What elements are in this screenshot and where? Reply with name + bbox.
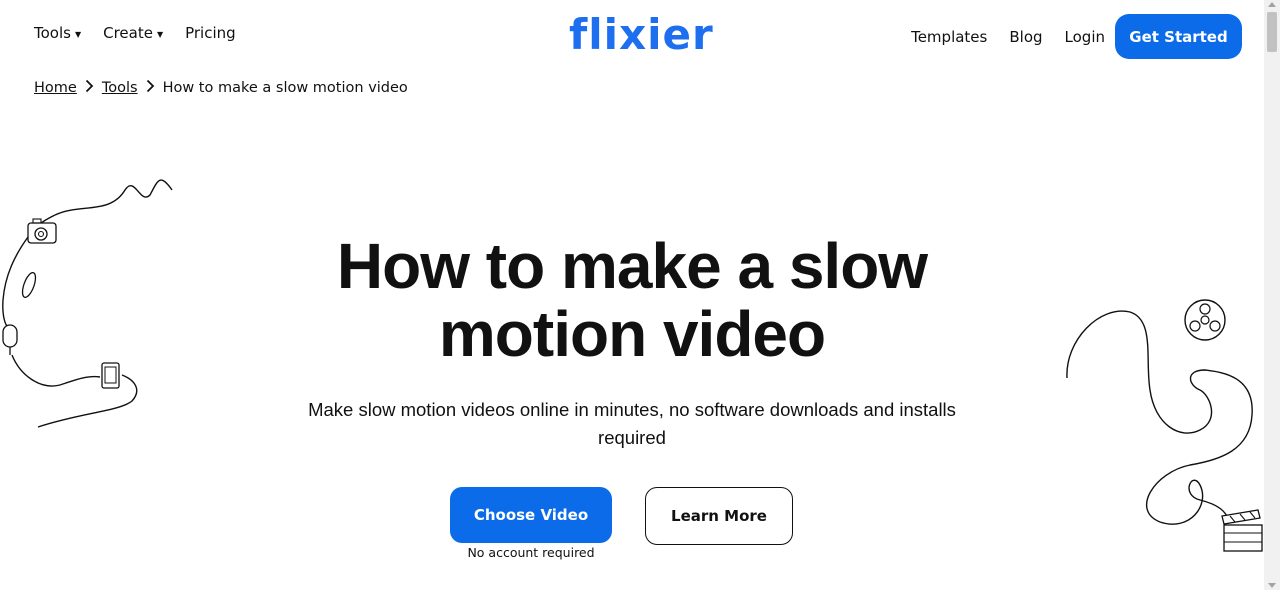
caret-down-icon: ▼: [156, 29, 164, 39]
nav-pricing[interactable]: Pricing: [185, 24, 236, 42]
nav-tools-label: Tools: [34, 24, 71, 42]
caret-down-icon: ▼: [74, 29, 82, 39]
nav-templates[interactable]: Templates: [911, 28, 987, 46]
film-reel-icon: [1184, 299, 1226, 341]
primary-nav: Tools ▼ Create ▼ Pricing: [34, 24, 236, 42]
site-header: Tools ▼ Create ▼ Pricing flixier Templat…: [0, 0, 1264, 72]
secondary-nav: Templates Blog Login Get Started: [911, 14, 1242, 59]
phone-icon: [101, 362, 120, 389]
nav-blog[interactable]: Blog: [1009, 28, 1042, 46]
breadcrumb: Home Tools How to make a slow motion vid…: [34, 78, 408, 97]
breadcrumb-home[interactable]: Home: [34, 80, 77, 96]
camera-icon: [27, 218, 57, 244]
scroll-down-icon[interactable]: [1268, 583, 1276, 588]
chevron-right-icon: [85, 78, 94, 97]
get-started-button[interactable]: Get Started: [1115, 14, 1242, 59]
no-account-note: No account required: [467, 545, 595, 560]
chevron-right-icon: [146, 78, 155, 97]
logo[interactable]: flixier: [569, 10, 714, 59]
nav-login[interactable]: Login: [1065, 28, 1105, 46]
hero-subtitle: Make slow motion videos online in minute…: [308, 399, 956, 448]
scroll-up-icon[interactable]: [1268, 2, 1276, 7]
page-scrollbar[interactable]: [1264, 0, 1280, 590]
nav-tools[interactable]: Tools ▼: [34, 24, 81, 42]
learn-more-button[interactable]: Learn More: [645, 487, 793, 545]
nav-create-label: Create: [103, 24, 153, 42]
microphone-icon: [2, 324, 18, 355]
doodle-right-illustration: [1066, 299, 1263, 552]
clapperboard-icon: [1221, 509, 1263, 552]
nav-create[interactable]: Create ▼: [103, 24, 163, 42]
choose-video-button[interactable]: Choose Video: [450, 487, 612, 543]
doodle-left-illustration: [2, 179, 173, 428]
hero-title: How to make a slow motion video: [336, 230, 928, 370]
breadcrumb-tools[interactable]: Tools: [102, 80, 138, 96]
scrollbar-thumb[interactable]: [1267, 12, 1277, 52]
breadcrumb-current: How to make a slow motion video: [162, 79, 408, 96]
nav-pricing-label: Pricing: [185, 24, 236, 42]
